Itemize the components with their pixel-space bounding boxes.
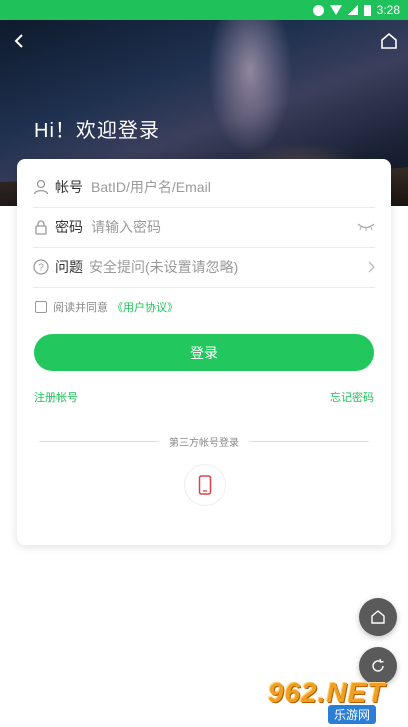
status-time: 3:28 bbox=[376, 3, 400, 17]
login-card: 帐号 密码 ? 问题 安全提问(未设置请忽略) 阅读并同意 《用户协议》 bbox=[17, 159, 391, 545]
watermark-logo: 962.NET 乐游网 bbox=[268, 674, 408, 727]
phone-icon bbox=[198, 475, 212, 495]
home-icon bbox=[371, 610, 385, 624]
security-question-row[interactable]: ? 问题 安全提问(未设置请忽略) bbox=[33, 247, 375, 288]
question-select[interactable]: 安全提问(未设置请忽略) bbox=[89, 257, 367, 277]
forgot-password-link[interactable]: 忘记密码 bbox=[330, 389, 374, 405]
agree-text: 阅读并同意 bbox=[53, 302, 108, 314]
lock-icon bbox=[35, 220, 47, 235]
floating-home-button[interactable] bbox=[359, 598, 397, 636]
eye-closed-icon[interactable] bbox=[357, 221, 375, 233]
question-circle-icon: ? bbox=[33, 259, 49, 275]
battery-icon bbox=[363, 4, 371, 16]
password-label: 密码 bbox=[55, 219, 83, 235]
signal-icon bbox=[347, 5, 358, 15]
login-button[interactable]: 登录 bbox=[34, 334, 374, 371]
svg-text:?: ? bbox=[38, 263, 44, 274]
agree-checkbox[interactable] bbox=[35, 301, 47, 313]
account-input[interactable] bbox=[89, 178, 375, 196]
chevron-left-icon[interactable] bbox=[10, 32, 28, 50]
page-title: Hi！欢迎登录 bbox=[34, 120, 160, 142]
agreement-row: 阅读并同意 《用户协议》 bbox=[35, 299, 178, 315]
refresh-icon bbox=[372, 658, 384, 672]
chevron-right-icon bbox=[368, 261, 375, 273]
user-icon bbox=[33, 179, 49, 195]
question-label: 问题 bbox=[55, 259, 83, 275]
account-label: 帐号 bbox=[55, 179, 83, 195]
phone-login-button[interactable] bbox=[184, 464, 226, 506]
do-not-disturb-icon bbox=[312, 4, 324, 16]
third-party-divider: 第三方帐号登录 bbox=[39, 434, 369, 449]
user-agreement-link[interactable]: 《用户协议》 bbox=[112, 299, 178, 315]
home-icon[interactable] bbox=[380, 32, 398, 50]
divider-line bbox=[39, 440, 159, 442]
password-input[interactable] bbox=[89, 218, 357, 236]
wifi-icon bbox=[329, 5, 342, 15]
register-link[interactable]: 注册帐号 bbox=[34, 389, 78, 405]
account-row: 帐号 bbox=[33, 167, 375, 208]
status-bar: 3:28 bbox=[0, 0, 408, 20]
password-row: 密码 bbox=[33, 207, 375, 248]
third-party-label: 第三方帐号登录 bbox=[169, 437, 239, 449]
divider-line bbox=[249, 440, 369, 442]
watermark-subtext: 乐游网 bbox=[328, 705, 377, 724]
